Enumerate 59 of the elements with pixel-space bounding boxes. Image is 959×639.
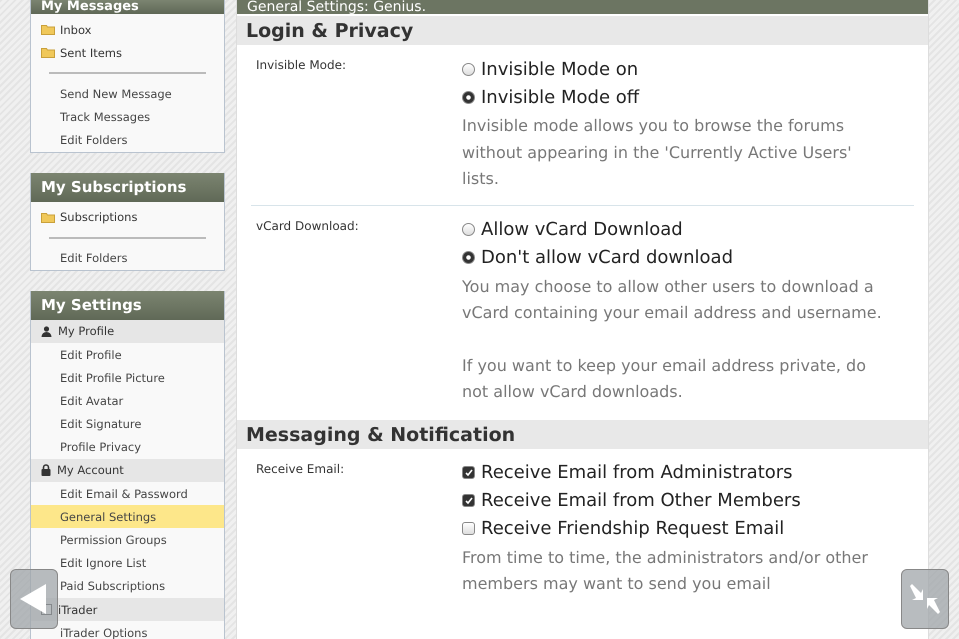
radio-option[interactable]: Invisible Mode off bbox=[462, 83, 882, 111]
checkbox[interactable] bbox=[462, 466, 475, 479]
sidebar-link[interactable]: iTrader Options bbox=[60, 626, 148, 639]
sidebar-link[interactable]: Track Messages bbox=[60, 110, 150, 124]
heading-label: My Profile bbox=[58, 324, 114, 338]
setting-description: Invisible mode allows you to browse the forums without appearing in the 'Currently Active Users' lists. bbox=[462, 115, 853, 190]
person-icon bbox=[41, 326, 52, 337]
sidebar-link[interactable]: Edit Avatar bbox=[60, 394, 124, 408]
sidebar-link[interactable]: Profile Privacy bbox=[60, 440, 142, 454]
radio-button[interactable] bbox=[462, 251, 475, 264]
setting-label: vCard Download: bbox=[255, 218, 360, 234]
panel-title: My Subscriptions bbox=[31, 172, 224, 202]
sidebar-link[interactable]: Paid Subscriptions bbox=[60, 579, 166, 594]
setting-description: You may choose to allow other users to download a vCard containing your email address and username. bbox=[462, 276, 882, 324]
back-button[interactable] bbox=[10, 569, 58, 629]
checkbox[interactable] bbox=[462, 494, 475, 507]
checkbox-option[interactable]: Receive Friendship Request Email bbox=[462, 514, 882, 542]
heading-label: iTrader bbox=[58, 602, 98, 617]
folder-link[interactable]: Subscriptions bbox=[31, 206, 224, 229]
folder-link[interactable]: Inbox bbox=[31, 18, 224, 41]
radio-option[interactable]: Invisible Mode on bbox=[462, 55, 882, 83]
sidebar-link[interactable]: Edit Folders bbox=[60, 251, 128, 266]
sidebar-link[interactable]: Edit Folders bbox=[60, 132, 128, 147]
setting-label: Invisible Mode: bbox=[255, 57, 348, 74]
radio-button[interactable] bbox=[462, 62, 475, 76]
sidebar-link[interactable]: General Settings bbox=[60, 510, 156, 524]
setting-description: From time to time, the administrators and/or other members may want to send you email bbox=[462, 546, 869, 595]
sidebar-link[interactable]: Edit Email & Password bbox=[60, 486, 188, 501]
checkmark-icon bbox=[464, 468, 472, 476]
sidebar-link[interactable]: Permission Groups bbox=[60, 533, 167, 548]
folder-icon bbox=[41, 212, 55, 223]
collapse-button[interactable] bbox=[901, 569, 949, 629]
setting-label: Receive Email: bbox=[255, 460, 346, 478]
folder-icon bbox=[41, 47, 55, 58]
radio-button[interactable] bbox=[462, 90, 475, 104]
lock-icon bbox=[41, 464, 51, 476]
page-title: General Settings: Genius. bbox=[237, 0, 928, 14]
sidebar-link[interactable]: Edit Profile bbox=[60, 348, 122, 362]
folder-link[interactable]: Sent Items bbox=[31, 41, 224, 64]
sidebar-link[interactable]: Send New Message bbox=[60, 86, 172, 101]
back-icon bbox=[20, 584, 48, 614]
panel-title: My Settings bbox=[31, 290, 224, 320]
sidebar-link[interactable]: Edit Ignore List bbox=[60, 556, 146, 570]
heading-label: My Account bbox=[57, 463, 124, 478]
checkmark-icon bbox=[464, 496, 472, 504]
radio-option[interactable]: Allow vCard Download bbox=[462, 216, 882, 244]
folder-icon bbox=[41, 24, 55, 35]
sidebar-link[interactable]: Edit Signature bbox=[60, 417, 142, 432]
checkbox[interactable] bbox=[462, 522, 475, 535]
checkbox-option[interactable]: Receive Email from Other Members bbox=[462, 486, 882, 514]
radio-button[interactable] bbox=[462, 223, 475, 236]
section-title: Messaging & Notification bbox=[237, 420, 928, 448]
checkbox-option[interactable]: Receive Email from Administrators bbox=[462, 458, 882, 486]
setting-description: If you want to keep your email address private, do not allow vCard downloads. bbox=[462, 354, 867, 403]
section-title: Login & Privacy bbox=[237, 16, 928, 45]
collapse-icon bbox=[908, 582, 942, 616]
panel-title: My Messages bbox=[31, 0, 224, 14]
radio-option[interactable]: Don't allow vCard download bbox=[462, 244, 882, 272]
sidebar-link[interactable]: Edit Profile Picture bbox=[60, 370, 165, 385]
